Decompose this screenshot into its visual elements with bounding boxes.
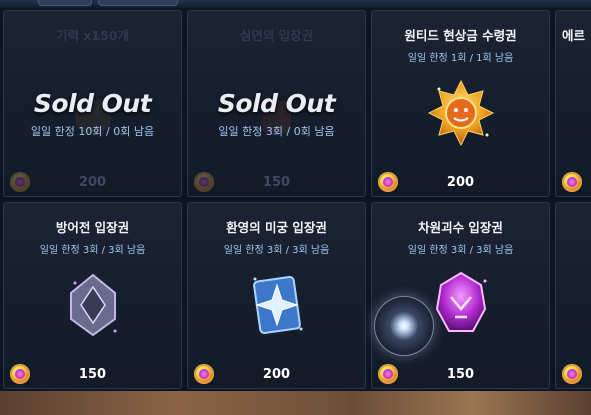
shop-item-partial-top[interactable]: 에르 bbox=[555, 10, 591, 197]
purchase-limit: 일일 한정 1회 / 1회 남음 bbox=[407, 53, 514, 64]
item-title: 심연의 입장권 bbox=[239, 28, 314, 43]
purchase-limit: 일일 한정 3회 / 3회 남음 bbox=[407, 245, 514, 256]
purchase-limit: 일일 한정 3회 / 0회 남음 bbox=[218, 125, 335, 138]
item-price: 150 bbox=[446, 367, 475, 382]
item-title: 방어전 입장권 bbox=[55, 220, 130, 235]
item-price: 150 bbox=[262, 175, 291, 190]
sold-out-label: Sold Out bbox=[217, 89, 336, 118]
shop-item-bounty-voucher[interactable]: 원티드 현상금 수령권 일일 한정 1회 / 1회 남음 200 bbox=[371, 10, 550, 197]
item-price: 200 bbox=[78, 175, 107, 190]
shop-item-defense-ticket[interactable]: 방어전 입장권 일일 한정 3회 / 3회 남음 150 bbox=[3, 202, 182, 389]
purchase-limit: 일일 한정 3회 / 3회 남음 bbox=[39, 245, 146, 256]
shop-item-labyrinth-ticket[interactable]: 환영의 미궁 입장권 일일 한정 3회 / 3회 남음 200 bbox=[187, 202, 366, 389]
bounty-medal-icon bbox=[421, 73, 501, 153]
defense-ticket-icon bbox=[53, 265, 133, 345]
shop-item-partial-bottom[interactable] bbox=[555, 202, 591, 389]
shop-item-stamina[interactable]: 기력 x150개 Sold Out 일일 한정 10회 / 0회 남음 200 bbox=[3, 10, 182, 197]
shop-item-abyss-ticket[interactable]: 심연의 입장권 Sold Out 일일 한정 3회 / 0회 남음 150 bbox=[187, 10, 366, 197]
item-price: 150 bbox=[78, 367, 107, 382]
item-price: 200 bbox=[262, 367, 291, 382]
tab-stub-right[interactable] bbox=[98, 0, 178, 6]
purchase-limit: 일일 한정 3회 / 3회 남음 bbox=[223, 245, 330, 256]
gem-coin-icon bbox=[562, 364, 582, 384]
item-title: 환영의 미궁 입장권 bbox=[226, 220, 327, 235]
purchase-limit: 일일 한정 10회 / 0회 남음 bbox=[30, 125, 155, 138]
bottom-scenery bbox=[0, 391, 591, 415]
touch-cursor-glow bbox=[374, 296, 434, 356]
labyrinth-ticket-icon bbox=[237, 265, 317, 345]
item-price: 200 bbox=[446, 175, 475, 190]
gem-coin-icon bbox=[562, 172, 582, 192]
sold-out-label: Sold Out bbox=[33, 89, 152, 118]
item-title: 기력 x150개 bbox=[55, 28, 129, 43]
item-title: 차원괴수 입장권 bbox=[418, 220, 503, 235]
tab-stub-left[interactable] bbox=[38, 0, 92, 6]
item-title: 에르 bbox=[562, 28, 586, 43]
item-title: 원티드 현상금 수령권 bbox=[404, 28, 517, 43]
